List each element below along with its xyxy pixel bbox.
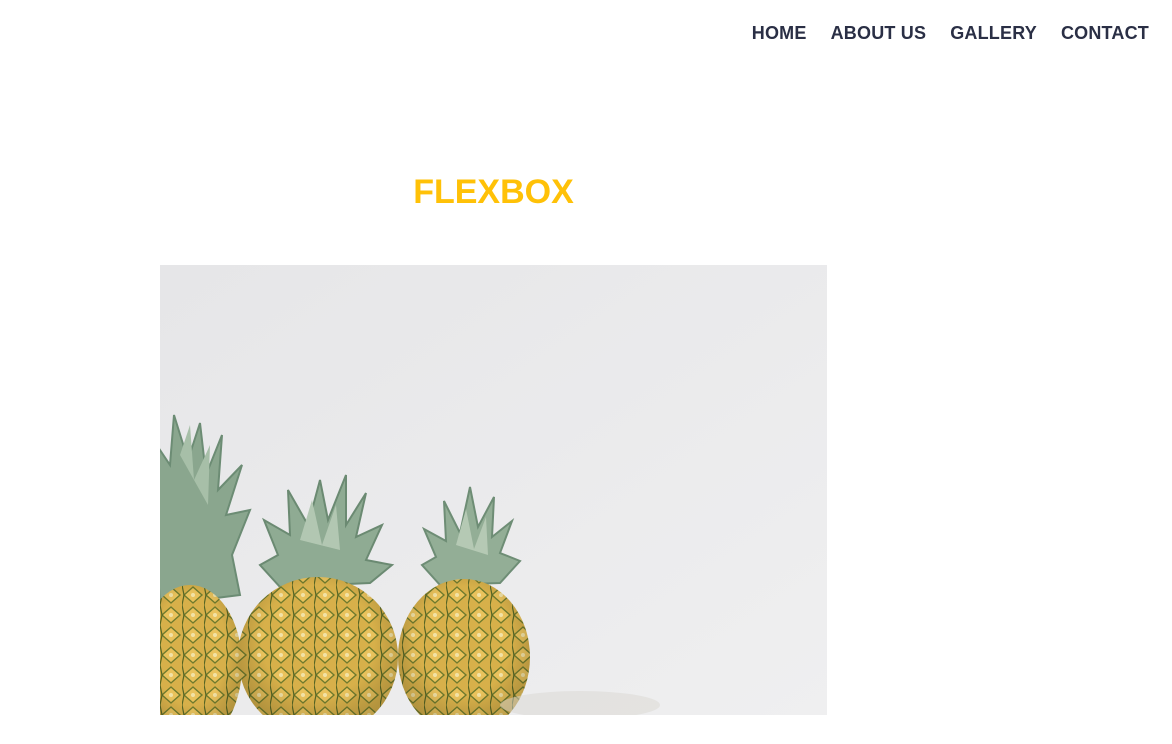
nav-item-home[interactable]: HOME	[752, 20, 807, 46]
pineapple-photo	[160, 265, 827, 715]
pineapple-illustration	[160, 265, 827, 715]
nav-item-contact[interactable]: CONTACT	[1061, 20, 1149, 46]
nav-item-gallery[interactable]: GALLERY	[950, 20, 1037, 46]
nav-item-about-us[interactable]: ABOUT US	[831, 20, 927, 46]
main-nav: HOME ABOUT US GALLERY CONTACT	[752, 20, 1149, 46]
page-title: FLEXBOX	[413, 173, 574, 211]
